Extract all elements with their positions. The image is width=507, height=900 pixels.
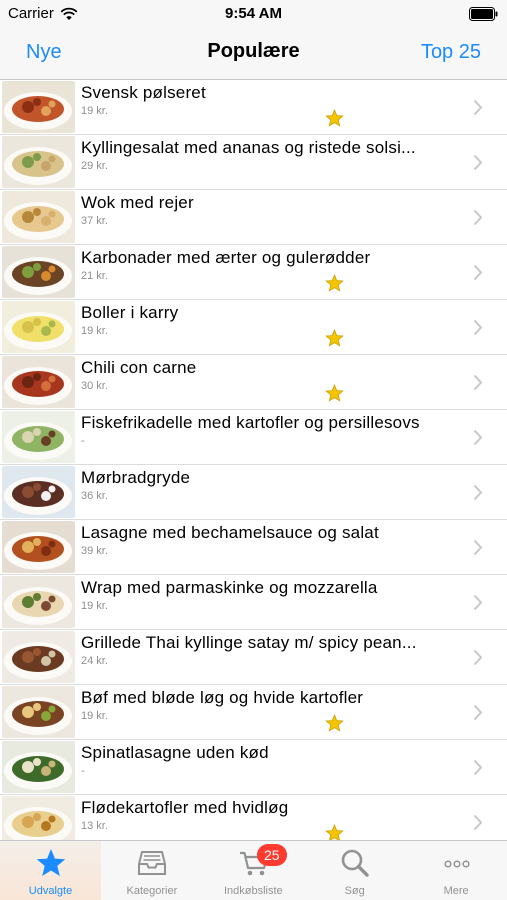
top-25-button[interactable]: Top 25 — [421, 41, 481, 64]
recipe-price: 39 kr. — [81, 545, 108, 557]
recipe-price: 19 kr. — [81, 105, 108, 117]
tab-search[interactable]: Søg — [304, 841, 405, 900]
recipe-row[interactable]: Wok med rejer 37 kr. — [0, 190, 507, 245]
recipe-price: 24 kr. — [81, 655, 108, 667]
recipe-row[interactable]: Lasagne med bechamelsauce og salat 39 kr. — [0, 520, 507, 575]
recipe-title: Svensk pølseret — [81, 83, 206, 102]
star-icon — [325, 329, 344, 347]
chevron-right-icon — [473, 264, 483, 281]
recipe-price: - — [81, 765, 85, 777]
recipe-title: Karbonader med ærter og gulerødder — [81, 248, 371, 267]
chevron-right-icon — [473, 814, 483, 831]
star-icon — [325, 384, 344, 402]
recipe-title: Spinatlasagne uden kød — [81, 743, 269, 762]
tab-label: Mere — [443, 885, 469, 897]
recipe-row[interactable]: Mørbradgryde 36 kr. — [0, 465, 507, 520]
chevron-right-icon — [473, 484, 483, 501]
recipe-row[interactable]: Boller i karry 19 kr. — [0, 300, 507, 355]
recipe-row[interactable]: Chili con carne 30 kr. — [0, 355, 507, 410]
recipe-thumbnail — [2, 466, 75, 518]
recipe-title: Bøf med bløde løg og hvide kartofler — [81, 688, 364, 707]
recipe-price: 19 kr. — [81, 325, 108, 337]
recipe-title: Chili con carne — [81, 358, 197, 377]
recipe-thumbnail — [2, 411, 75, 463]
recipe-title: Kyllingesalat med ananas og ristede sols… — [81, 138, 416, 157]
recipe-title: Wrap med parmaskinke og mozzarella — [81, 578, 378, 597]
chevron-right-icon — [473, 99, 483, 116]
recipe-thumbnail — [2, 521, 75, 573]
status-time: 9:54 AM — [225, 5, 282, 22]
chevron-right-icon — [473, 374, 483, 391]
recipe-row[interactable]: Karbonader med ærter og gulerødder 21 kr. — [0, 245, 507, 300]
recipe-row[interactable]: Flødekartofler med hvidløg 13 kr. — [0, 795, 507, 840]
recipe-row[interactable]: Svensk pølseret 19 kr. — [0, 80, 507, 135]
recipe-price: 19 kr. — [81, 600, 108, 612]
recipe-price: 30 kr. — [81, 380, 108, 392]
recipe-row[interactable]: Kyllingesalat med ananas og ristede sols… — [0, 135, 507, 190]
star-icon — [325, 109, 344, 127]
search-icon — [341, 849, 369, 877]
chevron-right-icon — [473, 429, 483, 446]
recipe-thumbnail — [2, 301, 75, 353]
cart-count-badge: 25 — [256, 844, 287, 866]
tab-more[interactable]: Mere — [406, 841, 507, 900]
recipe-list[interactable]: Svensk pølseret 19 kr. Kyllingesalat med a… — [0, 80, 507, 840]
more-icon — [444, 860, 470, 868]
recipe-title: Grillede Thai kyllinge satay m/ spicy pe… — [81, 633, 417, 652]
recipe-row[interactable]: Fiskefrikadelle med kartofler og persill… — [0, 410, 507, 465]
navigation-bar: Nye Populære Top 25 — [0, 28, 507, 80]
recipe-row[interactable]: Grillede Thai kyllinge satay m/ spicy pe… — [0, 630, 507, 685]
star-icon — [325, 714, 344, 732]
recipe-thumbnail — [2, 631, 75, 683]
recipe-title: Lasagne med bechamelsauce og salat — [81, 523, 379, 542]
recipe-thumbnail — [2, 246, 75, 298]
recipe-price: 29 kr. — [81, 160, 108, 172]
star-icon — [325, 274, 344, 292]
tab-label: Søg — [344, 885, 365, 897]
recipe-thumbnail — [2, 576, 75, 628]
chevron-right-icon — [473, 154, 483, 171]
tab-label: Udvalgte — [28, 885, 73, 897]
recipe-row[interactable]: Wrap med parmaskinke og mozzarella 19 kr. — [0, 575, 507, 630]
recipe-thumbnail — [2, 136, 75, 188]
tray-icon — [138, 851, 167, 875]
recipe-title: Flødekartofler med hvidløg — [81, 798, 289, 817]
recipe-thumbnail — [2, 356, 75, 408]
recipe-thumbnail — [2, 686, 75, 738]
tab-cart[interactable]: 25 Indkøbsliste — [203, 841, 304, 900]
chevron-right-icon — [473, 594, 483, 611]
recipe-price: 36 kr. — [81, 490, 108, 502]
battery-icon — [469, 7, 498, 21]
recipe-price: 13 kr. — [81, 820, 108, 832]
recipe-row[interactable]: Spinatlasagne uden kød - — [0, 740, 507, 795]
recipe-title: Mørbradgryde — [81, 468, 191, 487]
tab-bar: Udvalgte Kategorier 25 Indkøbsliste Søg Mere — [0, 840, 507, 900]
chevron-right-icon — [473, 649, 483, 666]
recipe-title: Fiskefrikadelle med kartofler og persill… — [81, 413, 420, 432]
recipe-thumbnail — [2, 81, 75, 133]
recipe-price: 37 kr. — [81, 215, 108, 227]
recipe-thumbnail — [2, 191, 75, 243]
recipe-thumbnail — [2, 796, 75, 840]
tab-star[interactable]: Udvalgte — [0, 841, 101, 900]
recipe-price: 19 kr. — [81, 710, 108, 722]
chevron-right-icon — [473, 759, 483, 776]
recipe-thumbnail — [2, 741, 75, 793]
recipe-row[interactable]: Bøf med bløde løg og hvide kartofler 19 k… — [0, 685, 507, 740]
chevron-right-icon — [473, 539, 483, 556]
chevron-right-icon — [473, 209, 483, 226]
recipe-title: Wok med rejer — [81, 193, 194, 212]
tab-label: Indkøbsliste — [223, 885, 283, 897]
star-icon — [36, 849, 66, 876]
status-bar: Carrier 9:54 AM — [0, 0, 507, 28]
recipe-title: Boller i karry — [81, 303, 179, 322]
chevron-right-icon — [473, 319, 483, 336]
recipe-price: 21 kr. — [81, 270, 108, 282]
tab-tray[interactable]: Kategorier — [101, 841, 202, 900]
recipe-price: - — [81, 435, 85, 447]
chevron-right-icon — [473, 704, 483, 721]
star-icon — [325, 824, 344, 840]
tab-label: Kategorier — [126, 885, 178, 897]
